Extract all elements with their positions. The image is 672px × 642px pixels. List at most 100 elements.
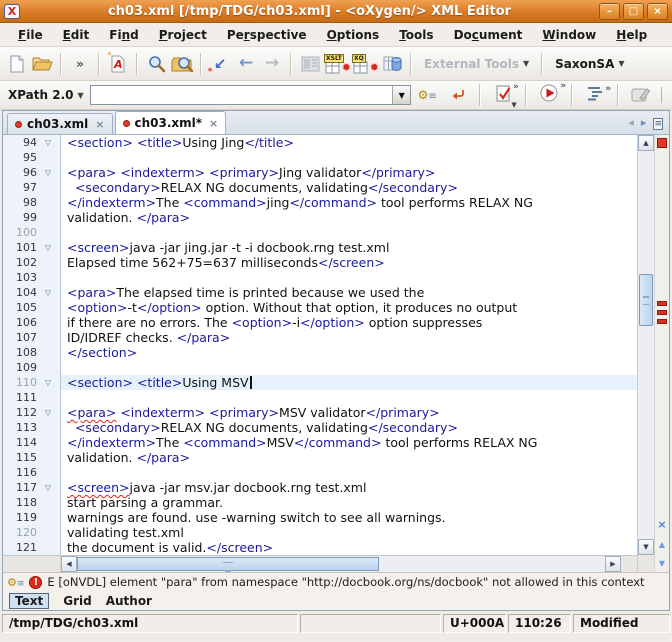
- code-line[interactable]: <secondary>RELAX NG documents, validatin…: [61, 180, 637, 195]
- horizontal-scroll-track[interactable]: [77, 556, 605, 572]
- code-line[interactable]: <screen>java -jar jing.jar -t -i docbook…: [61, 240, 637, 255]
- fold-toggle-icon[interactable]: ▽: [37, 378, 59, 387]
- fold-toggle-icon[interactable]: ▽: [37, 168, 59, 177]
- spell-check-icon[interactable]: A*: [106, 51, 130, 77]
- code-line[interactable]: [61, 465, 637, 480]
- code-line[interactable]: [61, 270, 637, 285]
- run-xpath-icon[interactable]: [445, 82, 469, 108]
- code-line[interactable]: <para> <indexterm> <primary>Jing validat…: [61, 165, 637, 180]
- code-line[interactable]: [61, 360, 637, 375]
- error-stripe-mark[interactable]: [657, 310, 667, 315]
- menu-window[interactable]: Window: [534, 26, 604, 44]
- back-icon[interactable]: ←: [234, 51, 258, 77]
- stripe-up-icon[interactable]: ▲: [659, 532, 665, 551]
- vertical-scrollbar[interactable]: ▲ ▼: [637, 135, 654, 572]
- config-gear-icon[interactable]: ⚙≡: [415, 82, 439, 108]
- code-line[interactable]: </indexterm>The <command>jing</command> …: [61, 195, 637, 210]
- stripe-down-icon[interactable]: ▼: [659, 551, 665, 570]
- new-document-icon[interactable]: [4, 51, 28, 77]
- xpath-version-button[interactable]: XPath 2.0 ▼: [6, 82, 86, 108]
- transform-icon[interactable]: »: [537, 82, 561, 108]
- code-line[interactable]: warnings are found. use -warning switch …: [61, 510, 637, 525]
- external-tools-button[interactable]: External Tools ▼: [418, 51, 535, 77]
- code-line[interactable]: <para>The elapsed time is printed becaus…: [61, 285, 637, 300]
- code-line[interactable]: validating test.xml: [61, 525, 637, 540]
- close-button[interactable]: ×: [647, 3, 668, 20]
- xpath-input[interactable]: ▼: [90, 85, 412, 105]
- document-status-icon[interactable]: [657, 138, 667, 148]
- tab-list-icon[interactable]: ≡: [653, 111, 663, 130]
- xslt-debug-icon[interactable]: XSLT✹: [324, 51, 350, 77]
- menu-edit[interactable]: Edit: [55, 26, 98, 44]
- mode-tab-author[interactable]: Author: [106, 594, 152, 608]
- code-line[interactable]: </section>: [61, 345, 637, 360]
- tab-ch03.xml[interactable]: ch03.xml*×: [115, 111, 227, 134]
- scroll-up-button[interactable]: ▲: [638, 135, 654, 151]
- message-options-icon[interactable]: ⚙≡: [7, 576, 24, 589]
- code-line[interactable]: <section> <title>Using MSV: [61, 375, 637, 390]
- menu-find[interactable]: Find: [101, 26, 146, 44]
- find-in-files-icon[interactable]: [170, 51, 194, 77]
- code-line[interactable]: [61, 150, 637, 165]
- horizontal-scroll-thumb[interactable]: [77, 557, 379, 571]
- mode-tab-grid[interactable]: Grid: [63, 594, 91, 608]
- fold-toggle-icon[interactable]: ▽: [37, 288, 59, 297]
- error-stripe-mark[interactable]: [657, 301, 667, 306]
- more-items-icon[interactable]: »: [68, 51, 92, 77]
- menu-document[interactable]: Document: [446, 26, 531, 44]
- mode-tab-text[interactable]: Text: [9, 593, 49, 609]
- scroll-right-button[interactable]: ▶: [605, 556, 621, 572]
- fold-toggle-icon[interactable]: ▽: [37, 243, 59, 252]
- code-line[interactable]: <section> <title>Using Jing</title>: [61, 135, 637, 150]
- scroll-down-button[interactable]: ▼: [638, 539, 654, 555]
- xquery-debug-icon[interactable]: XQ✹: [352, 51, 378, 77]
- close-tab-icon[interactable]: ×: [209, 117, 218, 130]
- validate-icon[interactable]: »▼: [491, 82, 515, 108]
- last-edit-location-icon[interactable]: ↙*: [208, 51, 232, 77]
- scroll-left-button[interactable]: ◀: [61, 556, 77, 572]
- close-tab-icon[interactable]: ×: [95, 118, 104, 131]
- code-line[interactable]: <para> <indexterm> <primary>MSV validato…: [61, 405, 637, 420]
- xpath-dropdown-button[interactable]: ▼: [392, 86, 410, 104]
- titlebar[interactable]: X ch03.xml [/tmp/TDG/ch03.xml] - <oXygen…: [0, 0, 672, 23]
- open-folder-icon[interactable]: [30, 51, 54, 77]
- code-line[interactable]: validation. </para>: [61, 210, 637, 225]
- find-icon[interactable]: [144, 51, 168, 77]
- error-stripe-mark[interactable]: [657, 319, 667, 324]
- minimize-button[interactable]: –: [599, 3, 620, 20]
- transformation-scenario-button[interactable]: SaxonSA ▼: [549, 51, 630, 77]
- code-line[interactable]: validation. </para>: [61, 450, 637, 465]
- code-line[interactable]: Elapsed time 562+75=637 milliseconds</sc…: [61, 255, 637, 270]
- code-line[interactable]: if there are no errors. The <option>-i</…: [61, 315, 637, 330]
- horizontal-scrollbar[interactable]: ◀ ▶: [3, 555, 637, 572]
- menu-perspective[interactable]: Perspective: [219, 26, 315, 44]
- code-line[interactable]: the document is valid.</screen>: [61, 540, 637, 555]
- fold-toggle-icon[interactable]: ▽: [37, 408, 59, 417]
- fold-toggle-icon[interactable]: ▽: [37, 138, 59, 147]
- author-edit-icon[interactable]: [629, 82, 653, 108]
- tab-next-icon[interactable]: ▸: [641, 111, 647, 130]
- vertical-scroll-track[interactable]: [638, 151, 654, 539]
- stripe-clear-icon[interactable]: ×: [657, 513, 666, 532]
- code-line[interactable]: <option>-t</option> option. Without that…: [61, 300, 637, 315]
- menu-project[interactable]: Project: [151, 26, 215, 44]
- menu-file[interactable]: File: [10, 26, 51, 44]
- code-line[interactable]: </indexterm>The <command>MSV</command> t…: [61, 435, 637, 450]
- menu-options[interactable]: Options: [319, 26, 388, 44]
- menu-tools[interactable]: Tools: [391, 26, 441, 44]
- report-icon[interactable]: [298, 51, 322, 77]
- fold-toggle-icon[interactable]: ▽: [37, 483, 59, 492]
- code-area[interactable]: <section> <title>Using Jing</title> <para…: [61, 135, 637, 555]
- code-line[interactable]: [61, 225, 637, 240]
- menu-help[interactable]: Help: [608, 26, 655, 44]
- maximize-button[interactable]: □: [623, 3, 644, 20]
- code-line[interactable]: <secondary>RELAX NG documents, validatin…: [61, 420, 637, 435]
- code-line[interactable]: ID/IDREF checks. </para>: [61, 330, 637, 345]
- code-line[interactable]: [61, 390, 637, 405]
- tab-prev-icon[interactable]: ◂: [628, 111, 634, 130]
- tab-ch03.xml[interactable]: ch03.xml×: [7, 113, 113, 134]
- forward-icon[interactable]: →: [260, 51, 284, 77]
- database-icon[interactable]: [380, 51, 404, 77]
- code-line[interactable]: start parsing a grammar.: [61, 495, 637, 510]
- vertical-scroll-thumb[interactable]: [639, 274, 653, 326]
